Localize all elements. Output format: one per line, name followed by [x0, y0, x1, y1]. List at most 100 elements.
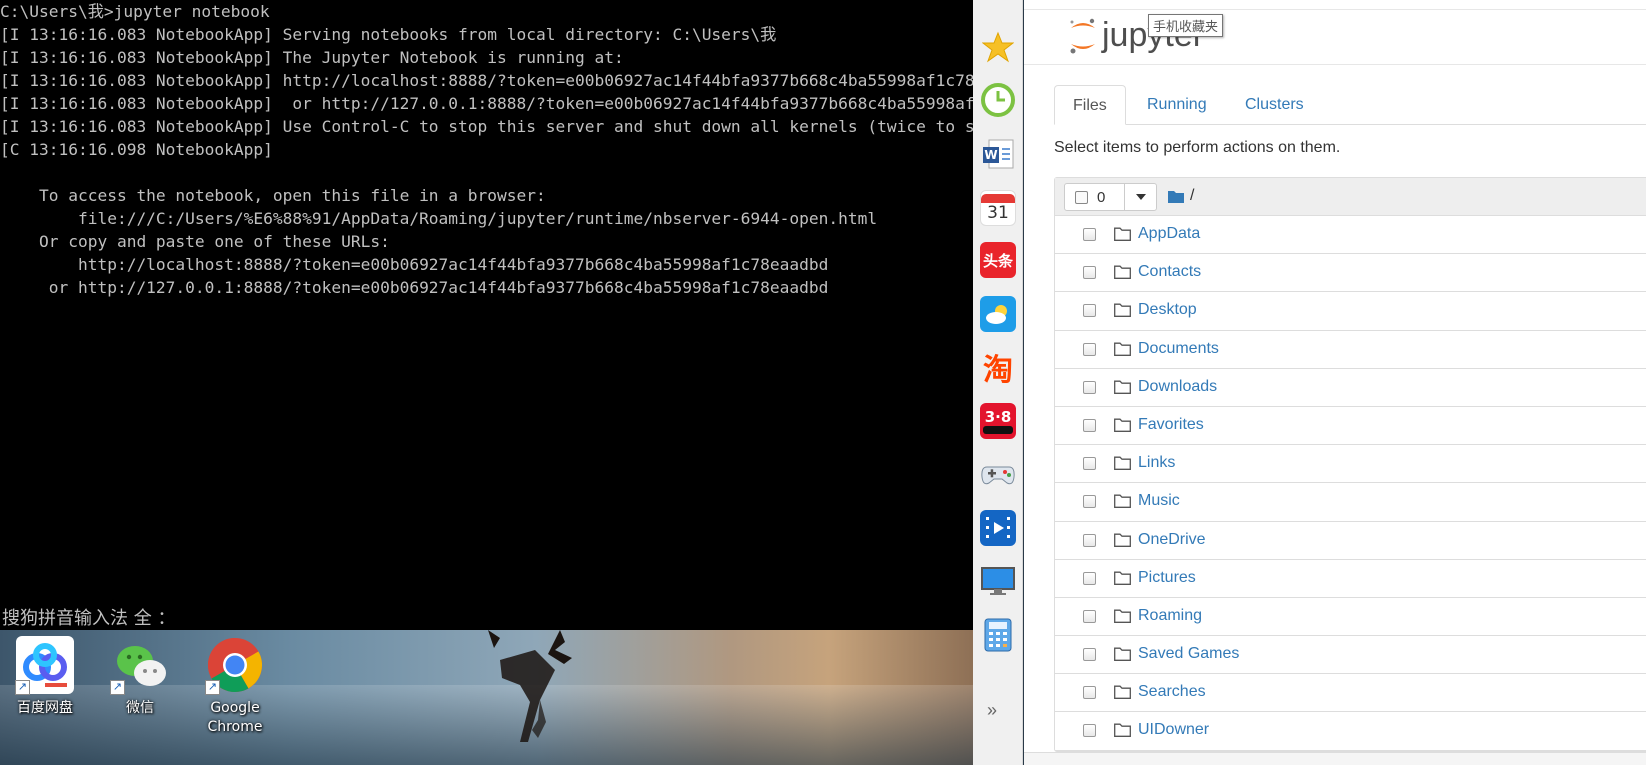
svg-text:W: W — [984, 148, 997, 162]
video-icon[interactable] — [980, 510, 1016, 546]
folder-icon — [1114, 571, 1131, 585]
row-checkbox[interactable] — [1083, 648, 1096, 662]
folder-icon — [1114, 265, 1131, 280]
list-item[interactable]: Contacts — [1055, 254, 1646, 293]
folder-icon — [1114, 456, 1131, 471]
selected-count: 0 — [1097, 188, 1106, 206]
row-checkbox[interactable] — [1083, 342, 1096, 356]
list-item[interactable]: Saved Games — [1055, 636, 1646, 675]
folder-icon — [1114, 227, 1131, 241]
list-item[interactable]: Desktop — [1055, 292, 1646, 331]
folder-icon — [1114, 418, 1131, 432]
folder-link[interactable]: Music — [1138, 492, 1180, 510]
monitor-icon[interactable] — [980, 563, 1016, 599]
terminal-output: C:\Users\我>jupyter notebook [I 13:16:16.0… — [0, 0, 973, 299]
folder-link[interactable]: Documents — [1138, 340, 1219, 358]
folder-link[interactable]: Downloads — [1138, 378, 1217, 396]
folder-icon — [1114, 533, 1131, 547]
list-item[interactable]: Downloads — [1055, 369, 1646, 407]
select-dropdown-button[interactable] — [1124, 183, 1157, 211]
terminal-line: file:///C:/Users/%E6%88%91/AppData/Roami… — [0, 209, 878, 228]
list-item[interactable]: Music — [1055, 483, 1646, 522]
list-item[interactable]: Roaming — [1055, 598, 1646, 637]
terminal-line: C:\Users\我>jupyter notebook — [0, 2, 270, 21]
folder-link[interactable]: AppData — [1138, 225, 1200, 243]
file-list: 0 / AppData Contacts Desktop Documents Downl… — [1054, 177, 1646, 752]
folder-link[interactable]: Desktop — [1138, 301, 1197, 319]
row-checkbox[interactable] — [1083, 495, 1096, 509]
breadcrumb-root[interactable]: / — [1190, 187, 1194, 205]
clock-icon[interactable] — [980, 82, 1016, 118]
folder-link[interactable]: Searches — [1138, 683, 1206, 701]
list-item[interactable]: Searches — [1055, 674, 1646, 713]
list-item[interactable]: Links — [1055, 445, 1646, 484]
browser-top-strip — [1024, 0, 1646, 10]
tab-files[interactable]: Files — [1054, 85, 1126, 125]
list-item[interactable]: UIDowner — [1055, 712, 1646, 751]
desktop-icon-chrome[interactable]: ↗ Google Chrome — [195, 635, 275, 737]
desktop-icon-label: Google Chrome — [207, 700, 263, 735]
calendar-icon[interactable]: 31 — [980, 190, 1016, 226]
select-all-checkbox[interactable] — [1075, 190, 1088, 204]
shortcut-arrow-icon: ↗ — [205, 680, 220, 695]
terminal-line: [I 13:16:16.083 NotebookApp] or http://1… — [0, 94, 973, 113]
taobao-label: 淘 — [983, 353, 1013, 388]
word-icon[interactable]: W — [980, 136, 1016, 172]
folder-icon — [1114, 342, 1131, 356]
row-checkbox[interactable] — [1083, 571, 1096, 585]
tmall-icon[interactable]: 3·8 — [980, 403, 1016, 439]
list-item[interactable]: OneDrive — [1055, 522, 1646, 560]
row-checkbox[interactable] — [1083, 686, 1096, 700]
row-checkbox[interactable] — [1083, 380, 1096, 394]
row-checkbox[interactable] — [1083, 457, 1096, 471]
list-item[interactable]: Documents — [1055, 331, 1646, 369]
list-item[interactable]: Favorites — [1055, 407, 1646, 446]
folder-link[interactable]: Saved Games — [1138, 645, 1239, 663]
folder-link[interactable]: Links — [1138, 454, 1175, 472]
more-icon[interactable]: » — [987, 700, 997, 721]
row-checkbox[interactable] — [1083, 266, 1096, 280]
row-checkbox[interactable] — [1083, 418, 1096, 432]
folder-icon — [1168, 190, 1184, 203]
toutiao-icon[interactable]: 头条 — [980, 242, 1016, 278]
gamepad-icon[interactable] — [980, 457, 1016, 493]
tooltip: 手机收藏夹 — [1148, 14, 1224, 37]
desktop-icon-wechat[interactable]: ↗ 微信 — [100, 635, 180, 718]
row-checkbox[interactable] — [1083, 304, 1096, 318]
terminal-window[interactable]: C:\Users\我>jupyter notebook [I 13:16:16.0… — [0, 0, 973, 632]
weather-icon[interactable] — [980, 296, 1016, 332]
folder-link[interactable]: Pictures — [1138, 569, 1196, 587]
tab-clusters[interactable]: Clusters — [1227, 85, 1322, 125]
list-item[interactable]: AppData — [1055, 216, 1646, 255]
terminal-line: [I 13:16:16.083 NotebookApp] Serving not… — [0, 25, 777, 44]
desktop-icon-baidu-netdisk[interactable]: ↗ 百度网盘 — [5, 635, 85, 718]
folder-link[interactable]: UIDowner — [1138, 721, 1209, 739]
browser-sidebar-dock: W 31 头条 淘 3·8 » — [973, 0, 1023, 765]
calculator-icon[interactable] — [980, 617, 1016, 653]
browser-status-strip — [1024, 752, 1646, 765]
breadcrumb[interactable]: / — [1168, 187, 1194, 205]
baidu-netdisk-icon: ↗ — [15, 635, 75, 695]
folder-icon — [1114, 609, 1131, 623]
file-rows: AppData Contacts Desktop Documents Downloads… — [1055, 216, 1646, 751]
folder-link[interactable]: Roaming — [1138, 607, 1202, 625]
folder-link[interactable]: Favorites — [1138, 416, 1204, 434]
taobao-icon[interactable]: 淘 — [980, 349, 1016, 388]
star-icon[interactable] — [980, 29, 1016, 65]
list-item[interactable]: Pictures — [1055, 560, 1646, 598]
file-list-header: 0 / — [1055, 178, 1646, 216]
select-all-button[interactable]: 0 — [1064, 183, 1125, 211]
tab-running[interactable]: Running — [1129, 85, 1225, 125]
row-checkbox[interactable] — [1083, 228, 1096, 241]
row-checkbox[interactable] — [1083, 533, 1096, 547]
folder-link[interactable]: OneDrive — [1138, 531, 1206, 549]
row-checkbox[interactable] — [1083, 724, 1096, 738]
chrome-icon: ↗ — [205, 635, 265, 695]
toutiao-label: 头条 — [982, 251, 1013, 270]
wechat-icon: ↗ — [110, 635, 170, 695]
folder-link[interactable]: Contacts — [1138, 263, 1201, 281]
terminal-line: [I 13:16:16.083 NotebookApp] The Jupyter… — [0, 48, 624, 67]
shortcut-arrow-icon: ↗ — [110, 680, 125, 695]
row-checkbox[interactable] — [1083, 609, 1096, 623]
